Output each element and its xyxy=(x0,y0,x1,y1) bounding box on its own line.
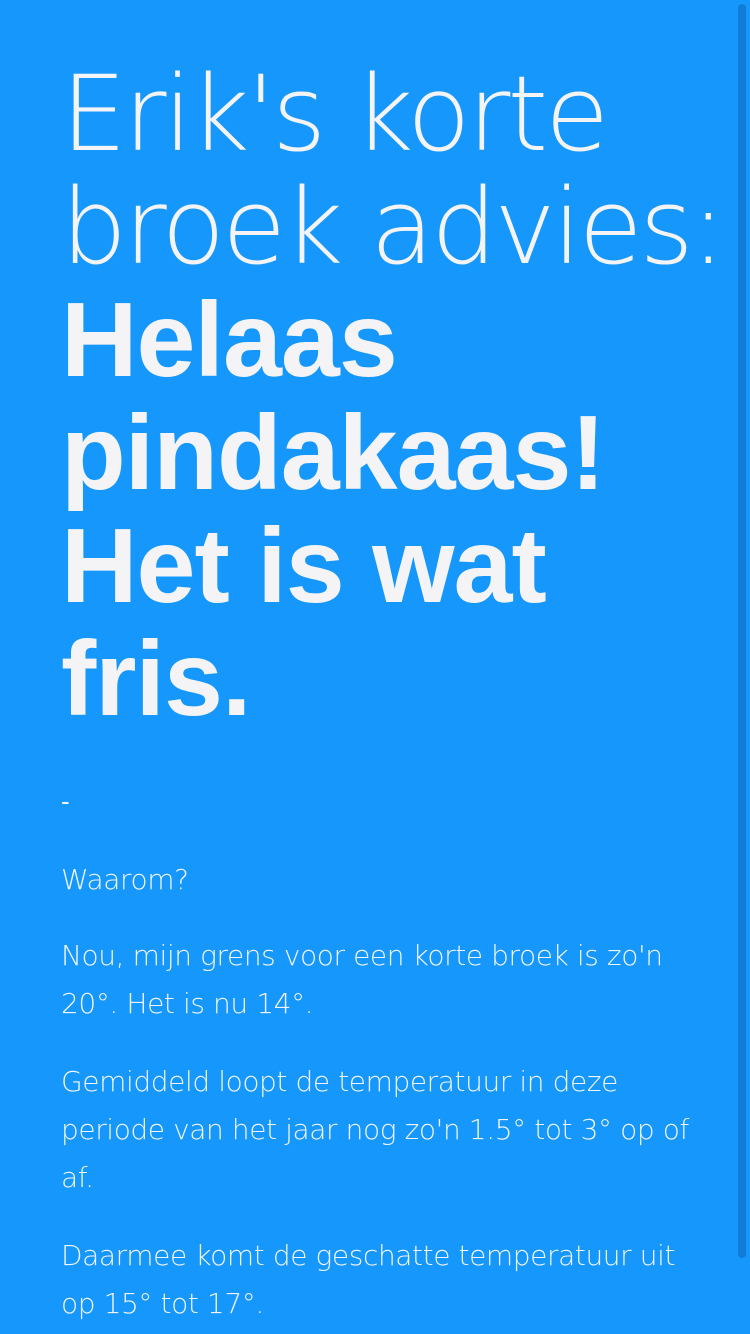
title-line: broek advies: xyxy=(61,166,726,288)
page-title: Erik's korte broek advies: xyxy=(61,53,726,288)
separator: - xyxy=(61,786,70,816)
verdict-headline: Helaas pindakaas! Het is wat fris. xyxy=(61,284,701,736)
explanation-paragraph: Gemiddeld loopt de temperatuur in deze p… xyxy=(61,1065,689,1194)
explanation-paragraph: Daarmee komt de geschatte temperatuur ui… xyxy=(61,1239,676,1320)
why-label: Waarom? xyxy=(61,863,189,896)
vertical-scrollbar[interactable] xyxy=(738,4,746,1258)
verdict-line: pindakaas! xyxy=(61,394,606,512)
explanation-paragraph: Nou, mijn grens voor een korte broek is … xyxy=(61,939,663,1020)
verdict-line: Het is wat xyxy=(61,507,547,625)
title-line: Erik's korte xyxy=(61,53,609,175)
verdict-line: fris. xyxy=(61,620,251,738)
verdict-line: Helaas xyxy=(61,281,398,399)
page-content: Erik's korte broek advies: Helaas pindak… xyxy=(61,53,726,1328)
